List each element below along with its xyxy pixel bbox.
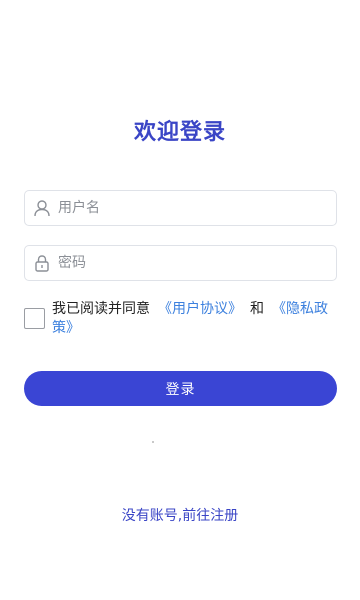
- agree-checkbox[interactable]: [24, 308, 45, 329]
- agreement-and: 和: [250, 301, 264, 317]
- password-input[interactable]: [58, 248, 318, 278]
- loading-dot: [152, 441, 154, 443]
- agreement-prefix: 我已阅读并同意: [52, 301, 150, 317]
- login-screen: 欢迎登录 我已阅读并同意《用户协议》和《隐私政策》 登录 没有账号,前往注册: [0, 0, 360, 600]
- agreement-row: 我已阅读并同意 《用户协议》和《隐私政策》: [24, 300, 344, 338]
- lock-icon: [33, 254, 51, 272]
- page-title: 欢迎登录: [133, 120, 226, 145]
- username-field[interactable]: [24, 190, 337, 226]
- login-button[interactable]: 登录: [24, 371, 337, 406]
- password-field[interactable]: [24, 245, 337, 281]
- agreement-text: 我已阅读并同意 《用户协议》和《隐私政策》: [52, 300, 337, 338]
- username-input[interactable]: [58, 193, 318, 223]
- register-link[interactable]: 没有账号,前往注册: [0, 505, 360, 525]
- user-agreement-link[interactable]: 《用户协议》: [158, 301, 242, 317]
- user-icon: [33, 199, 51, 217]
